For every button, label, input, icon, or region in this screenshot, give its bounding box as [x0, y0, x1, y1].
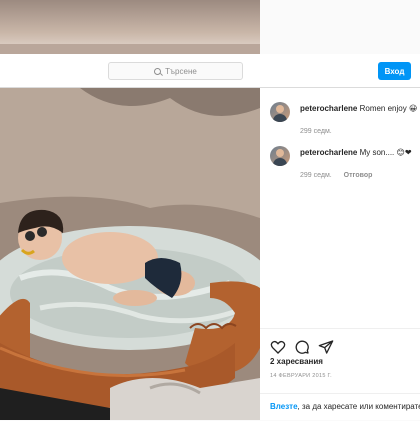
login-prompt-text: , за да харесате или коментирате. [297, 402, 420, 411]
reply-button[interactable]: Отговор [344, 172, 373, 179]
hot-tub-photo [0, 88, 260, 420]
login-link[interactable]: Влезте [270, 402, 298, 411]
search-placeholder: Търсене [165, 66, 197, 76]
background-blank [260, 0, 420, 54]
heart-icon[interactable] [270, 339, 286, 355]
comment-body: Romen enjoy 😀 [359, 104, 418, 113]
likes-count[interactable]: 2 харесвания [270, 357, 323, 366]
comment-icon[interactable] [294, 339, 310, 355]
comment-item: peterocharlene Romen enjoy 😀 299 седм. [270, 102, 420, 142]
login-prompt-bar: Влезте, за да харесате или коментирате. [260, 393, 420, 421]
post-actions: 2 харесвания 14 ФЕВРУАРИ 2015 Г. Влезте,… [260, 328, 420, 420]
post-photo[interactable] [0, 88, 260, 420]
comment-time[interactable]: 299 седм. [300, 128, 332, 135]
comment-time[interactable]: 299 седм. [300, 172, 332, 179]
comment-username[interactable]: peterocharlene [300, 148, 357, 157]
comment-meta: 299 седм. Отговор [300, 172, 372, 179]
post-date: 14 ФЕВРУАРИ 2015 Г. [270, 373, 332, 379]
search-input[interactable]: Търсене [108, 62, 243, 80]
search-icon [154, 67, 162, 75]
login-button[interactable]: Вход [378, 62, 411, 80]
comments-panel: peterocharlene Romen enjoy 😀 299 седм. p… [260, 88, 420, 420]
comment-item: peterocharlene My son.... 😊❤ 299 седм. О… [270, 146, 420, 186]
comment-text: peterocharlene Romen enjoy 😀 [300, 104, 420, 113]
top-header: Търсене [0, 54, 420, 88]
avatar[interactable] [270, 102, 290, 122]
comment-username[interactable]: peterocharlene [300, 104, 357, 113]
share-icon[interactable] [318, 339, 334, 355]
comment-text: peterocharlene My son.... 😊❤ [300, 148, 420, 157]
comment-body: My son.... 😊❤ [359, 148, 412, 157]
login-prompt: Влезте, за да харесате или коментирате. [270, 402, 420, 411]
avatar[interactable] [270, 146, 290, 166]
background-photo-strip [0, 0, 260, 54]
comment-meta: 299 седм. [300, 128, 332, 135]
